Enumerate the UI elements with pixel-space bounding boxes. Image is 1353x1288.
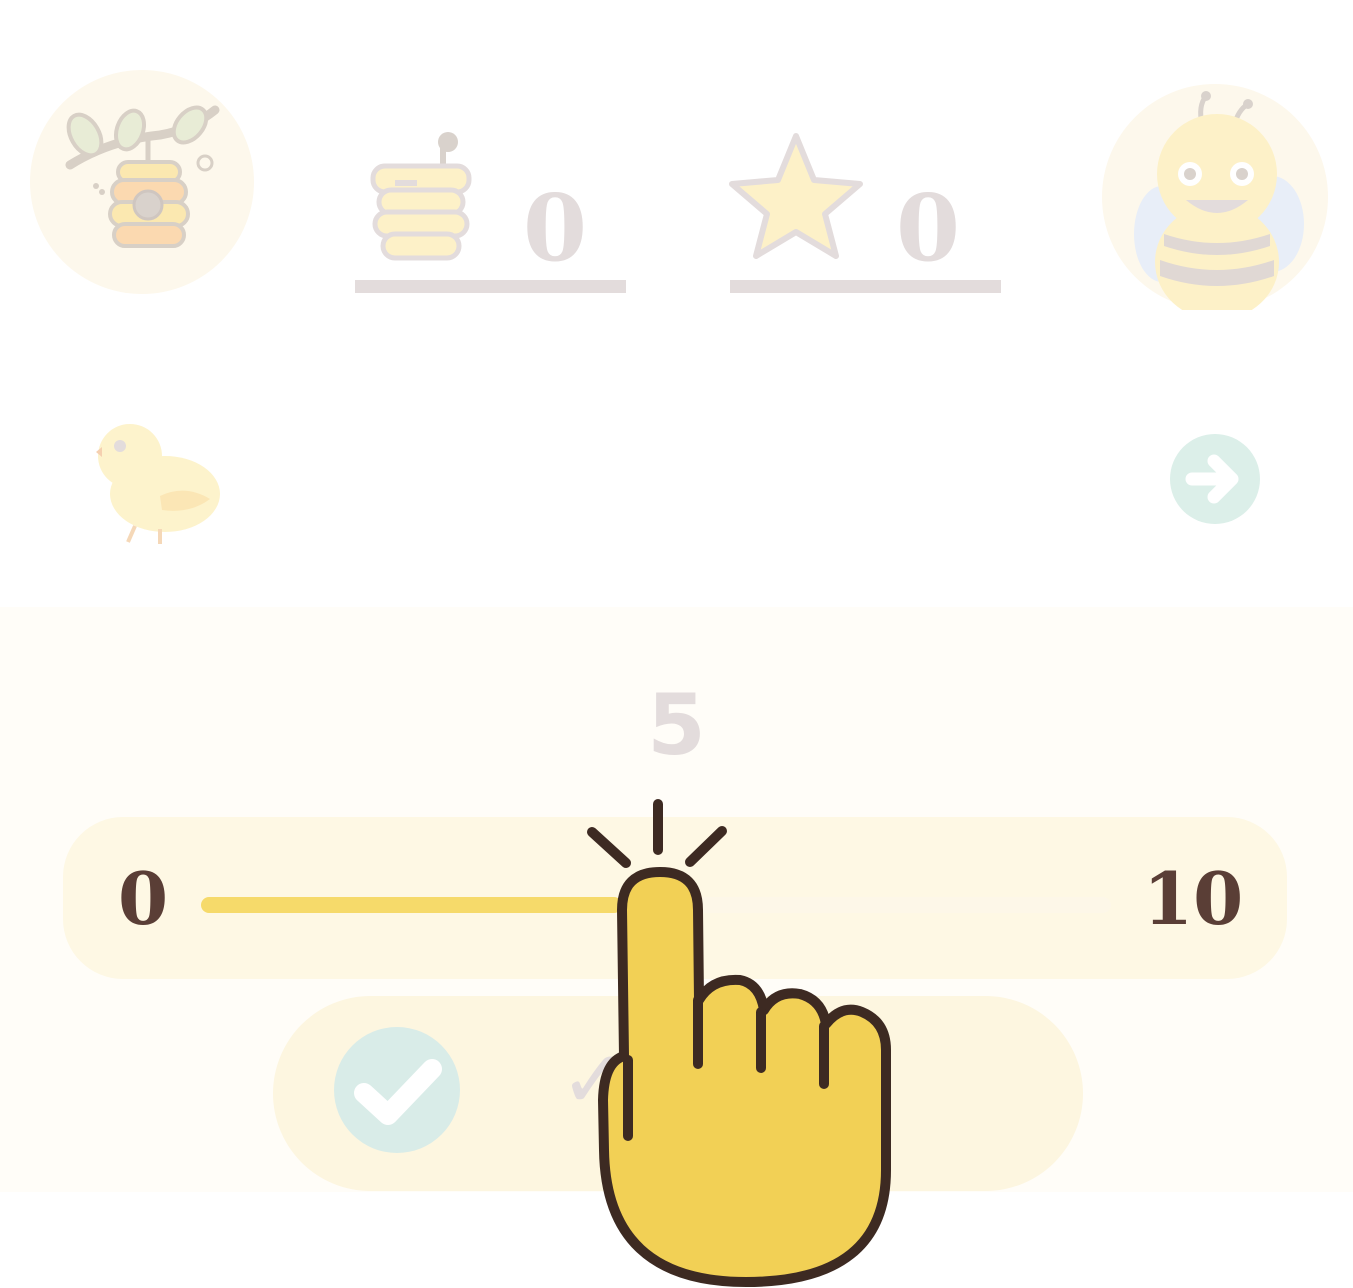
checkmark-icon <box>354 1059 442 1125</box>
slider-current-value: 5 <box>647 676 706 774</box>
bee-avatar-icon <box>1134 91 1304 310</box>
arrow-right-icon <box>1185 454 1239 504</box>
confirm-check <box>334 1027 460 1153</box>
hive-button[interactable] <box>30 70 254 294</box>
slider-fill <box>201 897 622 913</box>
pointing-hand-icon <box>587 799 891 1287</box>
honey-underline <box>355 280 626 293</box>
star-count: 0 <box>896 174 961 282</box>
star-underline <box>730 280 1001 293</box>
honey-pot-icon <box>370 132 472 261</box>
slider-min-label: 0 <box>118 856 169 941</box>
next-button[interactable] <box>1170 434 1260 524</box>
honey-count: 0 <box>523 174 588 282</box>
slider-max-label: 10 <box>1143 856 1244 941</box>
star-icon <box>729 133 863 259</box>
bee-avatar-button[interactable] <box>1102 84 1328 310</box>
chick-icon <box>96 424 220 544</box>
beehive-icon <box>65 105 220 248</box>
